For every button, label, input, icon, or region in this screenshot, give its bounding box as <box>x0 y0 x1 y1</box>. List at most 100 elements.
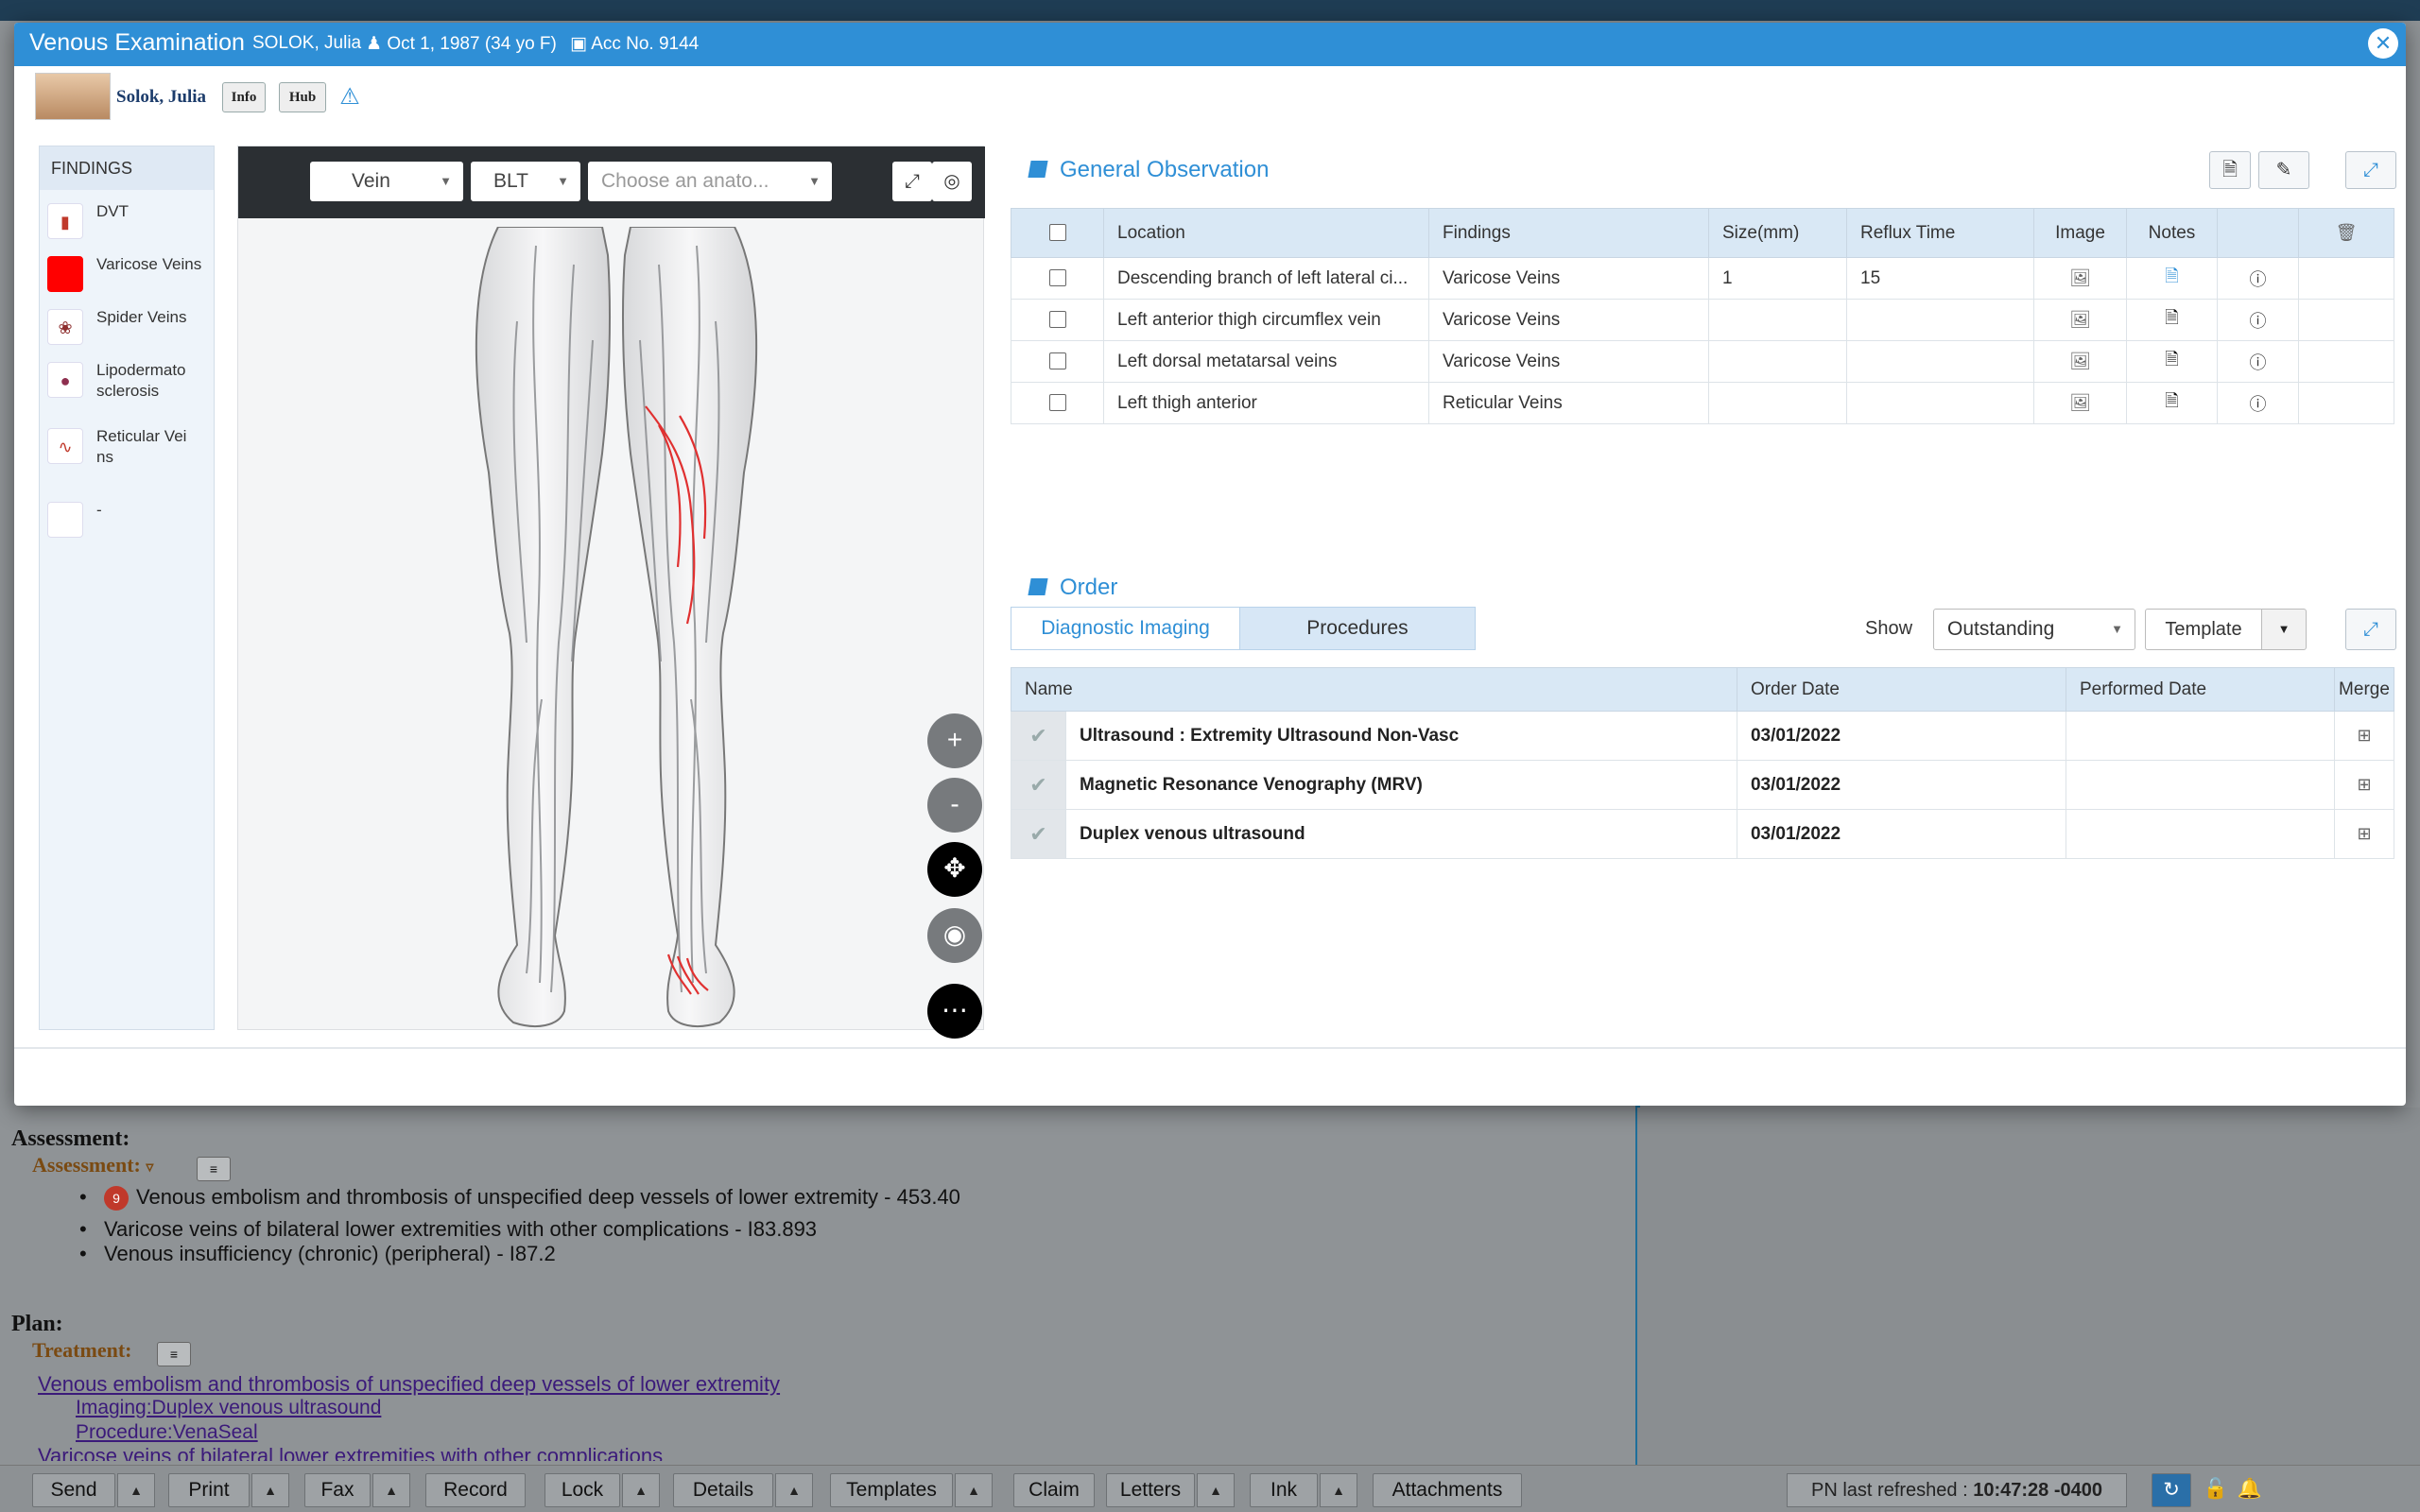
table-row[interactable]: Left thigh anterior Reticular Veins 🖼 🗎 … <box>1011 382 2394 424</box>
vessel-select[interactable]: Vein ▼ <box>310 162 463 201</box>
details-menu-arrow[interactable]: ▲ <box>775 1473 813 1507</box>
plan-imaging-link[interactable]: Imaging:Duplex venous ultrasound <box>76 1397 381 1419</box>
checkmark-icon[interactable]: ✔ <box>1011 711 1066 761</box>
center-target-icon[interactable]: ◉ <box>927 908 982 963</box>
lock-menu-arrow[interactable]: ▲ <box>622 1473 660 1507</box>
hub-button[interactable]: Hub <box>279 82 326 112</box>
table-row[interactable]: ✔ Magnetic Resonance Venography (MRV) 03… <box>1011 760 2395 810</box>
column-header[interactable]: Merge <box>2333 667 2395 712</box>
claim-button[interactable]: Claim <box>1013 1473 1095 1507</box>
more-options-icon[interactable]: ⋯ <box>927 984 982 1039</box>
notes-icon[interactable]: 🗎 <box>2165 265 2178 293</box>
finding-varicose-veins[interactable]: Varicose Veins <box>47 252 208 309</box>
template-button[interactable]: Template <box>2145 609 2262 650</box>
notes-icon[interactable]: 🗎 <box>2165 306 2178 335</box>
merge-icon[interactable]: ⊞ <box>2357 824 2371 844</box>
row-checkbox[interactable] <box>1048 269 1066 287</box>
print-menu-arrow[interactable]: ▲ <box>251 1473 289 1507</box>
trash-icon[interactable]: 🗑 <box>2336 223 2358 243</box>
plan-diagnosis-link[interactable]: Varicose veins of bilateral lower extrem… <box>38 1444 663 1461</box>
select-all-checkbox[interactable] <box>1048 224 1066 242</box>
document-icon[interactable]: 🗎 <box>2209 151 2251 189</box>
notes-icon[interactable]: 🗎 <box>2165 389 2178 418</box>
patient-name[interactable]: Solok, Julia <box>116 87 206 108</box>
image-icon[interactable]: 🖼 <box>2069 310 2091 330</box>
zoom-in-button[interactable]: + <box>927 713 982 768</box>
info-icon[interactable]: ⓘ <box>2250 391 2267 416</box>
refresh-icon[interactable]: ↻ <box>2152 1473 2191 1507</box>
image-icon[interactable]: 🖼 <box>2069 393 2091 413</box>
checkmark-icon[interactable]: ✔ <box>1011 809 1066 859</box>
performed-date-cell[interactable] <box>2065 809 2335 859</box>
send-menu-arrow[interactable]: ▲ <box>117 1473 155 1507</box>
edit-pen-icon[interactable]: ✎ <box>2258 151 2309 189</box>
finding-reticular-veins[interactable]: ∿ Reticular Vei ns <box>47 424 208 481</box>
reflux-cell[interactable] <box>1846 382 2034 424</box>
finding-lipodermatosclerosis[interactable]: ● Lipodermato sclerosis <box>47 358 208 415</box>
side-select[interactable]: BLT ▼ <box>471 162 580 201</box>
letters-button[interactable]: Letters <box>1106 1473 1195 1507</box>
plan-diagnosis-link[interactable]: Venous embolism and thrombosis of unspec… <box>38 1372 780 1397</box>
reflux-cell[interactable] <box>1846 299 2034 341</box>
fullscreen-icon[interactable]: ⤢ <box>892 162 932 201</box>
info-button[interactable]: Info <box>222 82 266 112</box>
table-row[interactable]: ✔ Ultrasound : Extremity Ultrasound Non-… <box>1011 711 2395 761</box>
image-icon[interactable]: 🖼 <box>2069 268 2091 288</box>
performed-date-cell[interactable] <box>2065 711 2335 761</box>
chevron-down-icon[interactable]: ▿ <box>146 1160 153 1176</box>
print-button[interactable]: Print <box>168 1473 250 1507</box>
finding-dvt[interactable]: ▮ DVT <box>47 199 208 256</box>
size-cell[interactable] <box>1708 299 1847 341</box>
send-button[interactable]: Send <box>32 1473 115 1507</box>
column-header[interactable]: Image <box>2033 208 2127 258</box>
notes-icon[interactable]: 🗎 <box>2165 348 2178 376</box>
merge-icon[interactable]: ⊞ <box>2357 775 2371 795</box>
ink-menu-arrow[interactable]: ▲ <box>1320 1473 1357 1507</box>
table-row[interactable]: Descending branch of left lateral ci... … <box>1011 257 2394 300</box>
column-header[interactable]: Notes <box>2126 208 2218 258</box>
zoom-out-button[interactable]: - <box>927 778 982 833</box>
assessment-insert-icon[interactable]: ≡ <box>197 1157 231 1181</box>
letters-menu-arrow[interactable]: ▲ <box>1197 1473 1235 1507</box>
column-header[interactable]: Size(mm) <box>1708 208 1847 258</box>
assessment-subheading[interactable]: Assessment: ▿ <box>32 1153 153 1177</box>
column-header[interactable]: Name <box>1011 667 1737 712</box>
finding-empty[interactable]: - <box>47 498 208 555</box>
performed-date-cell[interactable] <box>2065 760 2335 810</box>
column-header[interactable]: Reflux Time <box>1846 208 2034 258</box>
table-row[interactable]: Left anterior thigh circumflex vein Vari… <box>1011 299 2394 341</box>
screenshot-icon[interactable]: ◎ <box>932 162 972 201</box>
details-button[interactable]: Details <box>673 1473 773 1507</box>
table-row[interactable]: ✔ Duplex venous ultrasound 03/01/2022 ⊞ <box>1011 809 2395 859</box>
lock-button[interactable]: Lock <box>544 1473 620 1507</box>
alert-triangle-icon[interactable]: ⚠ <box>336 83 364 112</box>
reflux-cell[interactable]: 15 <box>1846 257 2034 300</box>
info-icon[interactable]: ⓘ <box>2250 308 2267 333</box>
attachments-button[interactable]: Attachments <box>1373 1473 1522 1507</box>
row-checkbox[interactable] <box>1048 352 1066 370</box>
column-header[interactable]: Location <box>1103 208 1429 258</box>
unlock-icon[interactable]: 🔓 <box>2199 1473 2233 1507</box>
column-header[interactable]: Performed Date <box>2065 667 2335 712</box>
size-cell[interactable] <box>1708 340 1847 383</box>
table-row[interactable]: Left dorsal metatarsal veins Varicose Ve… <box>1011 340 2394 383</box>
column-header[interactable]: Order Date <box>1736 667 2066 712</box>
treatment-insert-icon[interactable]: ≡ <box>157 1342 191 1366</box>
expand-icon[interactable]: ⤢ <box>2345 151 2396 189</box>
merge-icon[interactable]: ⊞ <box>2357 726 2371 746</box>
expand-icon[interactable]: ⤢ <box>2345 609 2396 650</box>
image-icon[interactable]: 🖼 <box>2069 352 2091 371</box>
templates-button[interactable]: Templates <box>830 1473 953 1507</box>
row-checkbox[interactable] <box>1048 311 1066 329</box>
info-icon[interactable]: ⓘ <box>2250 266 2267 291</box>
pan-icon[interactable]: ✥ <box>927 842 982 897</box>
plan-procedure-link[interactable]: Procedure:VenaSeal <box>76 1421 258 1444</box>
fax-button[interactable]: Fax <box>304 1473 371 1507</box>
anatomy-select[interactable]: Choose an anato... ▼ <box>588 162 832 201</box>
ink-button[interactable]: Ink <box>1250 1473 1318 1507</box>
template-menu-arrow[interactable]: ▼ <box>2261 609 2307 650</box>
fax-menu-arrow[interactable]: ▲ <box>372 1473 410 1507</box>
reflux-cell[interactable] <box>1846 340 2034 383</box>
checkmark-icon[interactable]: ✔ <box>1011 760 1066 810</box>
bell-icon[interactable]: 🔔 <box>2233 1473 2267 1507</box>
